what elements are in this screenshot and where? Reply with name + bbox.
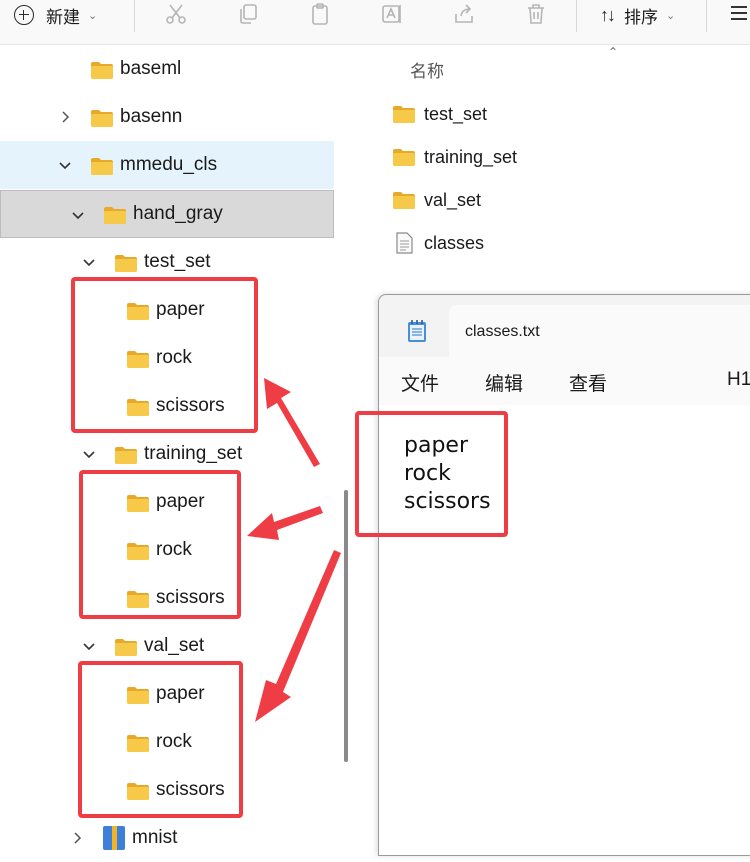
red-arrow-icon [264,378,320,467]
red-arrow-icon [247,506,323,540]
red-arrow-icon [255,550,341,722]
annotation-arrows [247,378,341,722]
